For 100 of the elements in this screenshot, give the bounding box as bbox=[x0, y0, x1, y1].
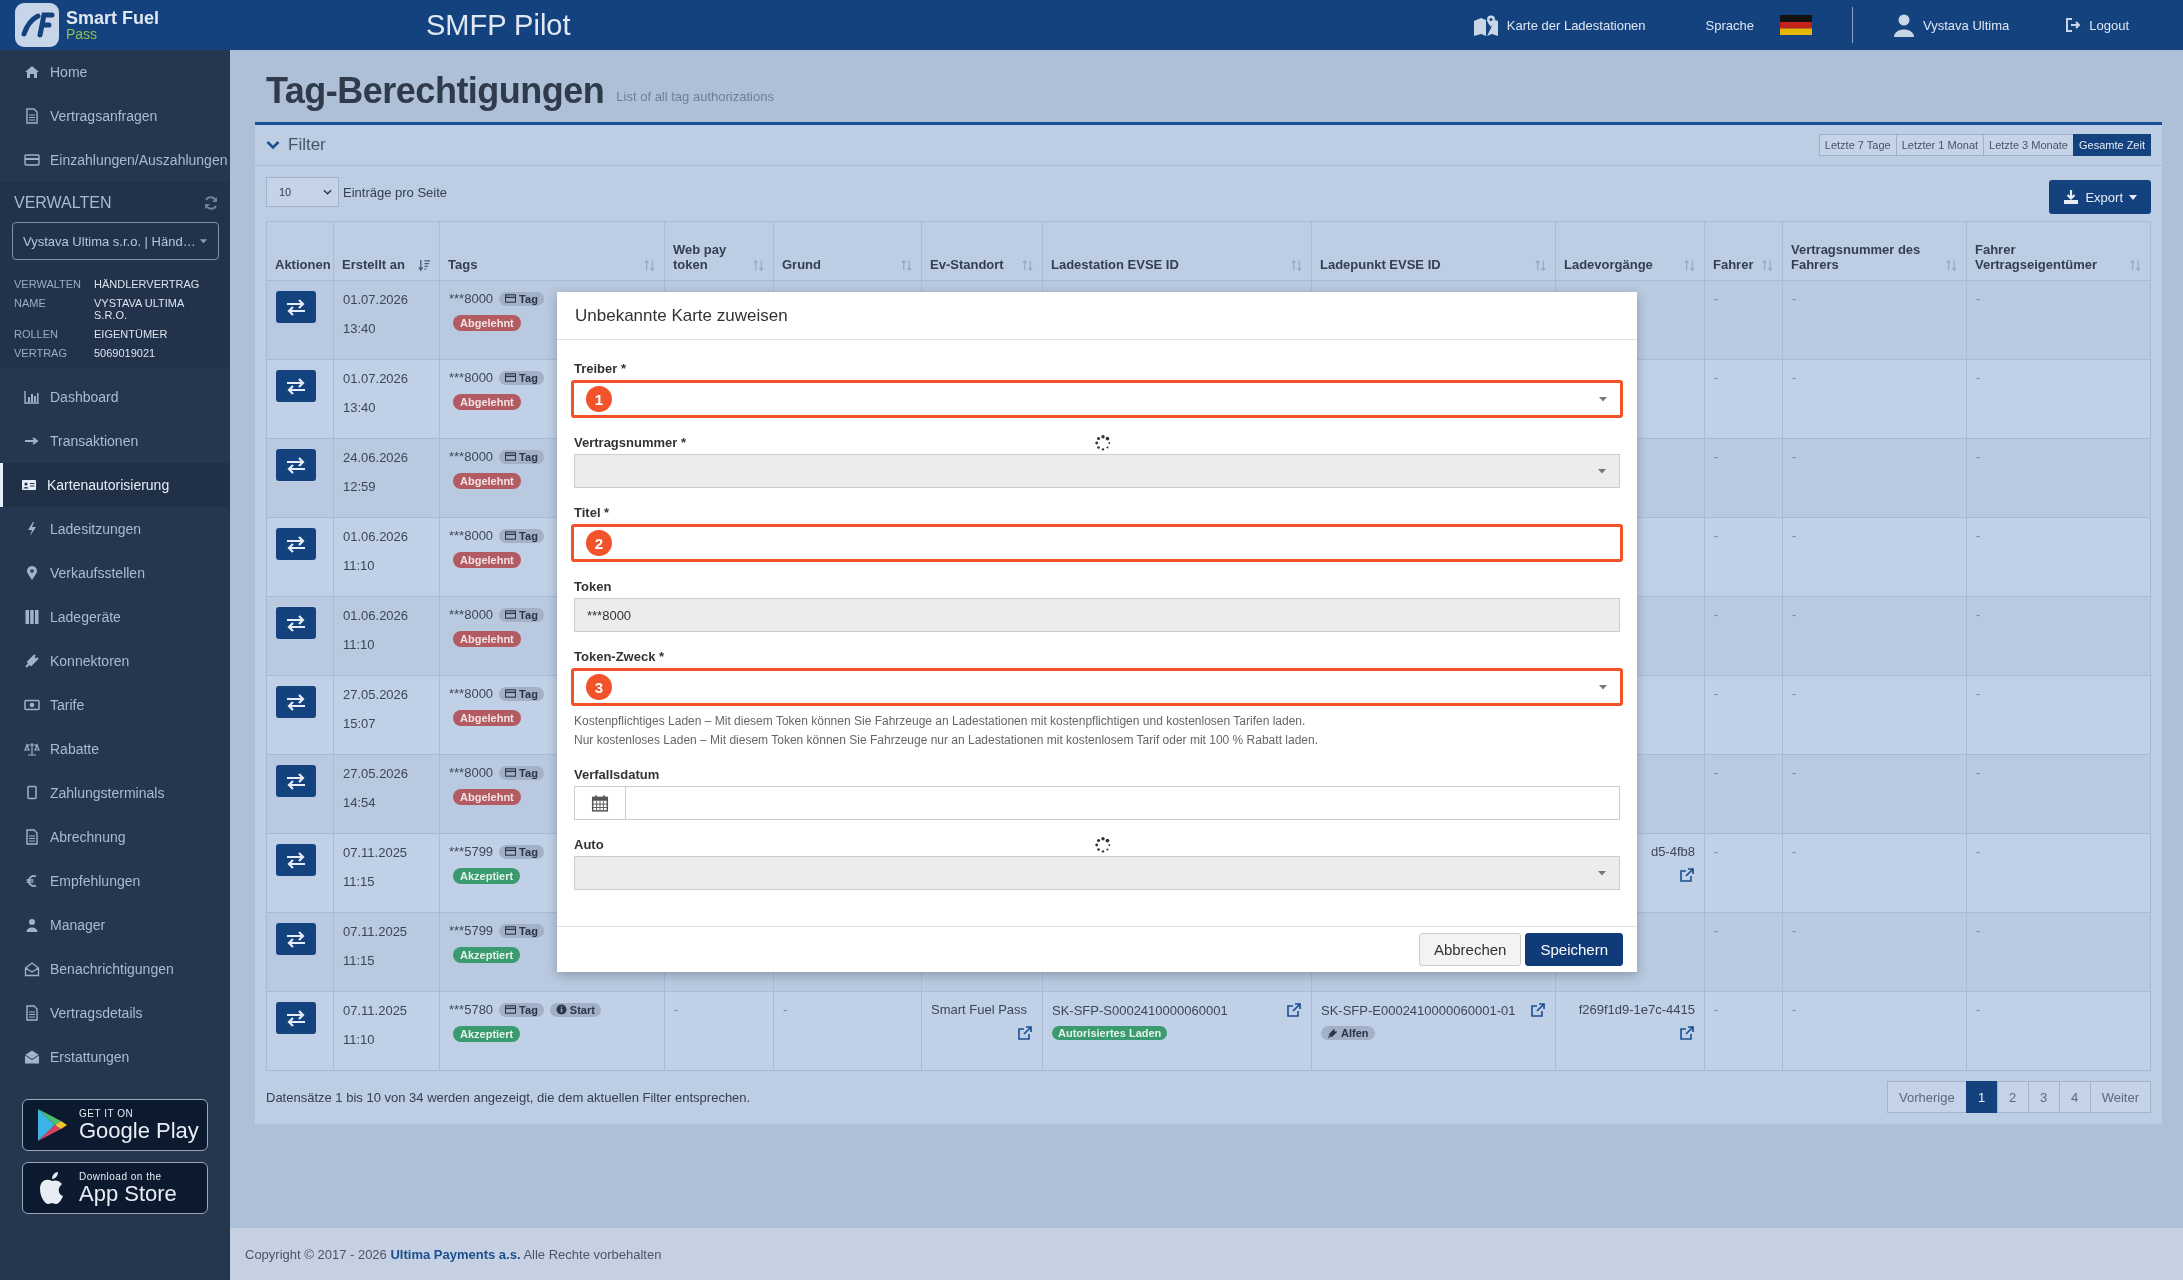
page-button[interactable]: 2 bbox=[1996, 1081, 2029, 1113]
refresh-icon[interactable] bbox=[203, 195, 219, 211]
swap-button[interactable] bbox=[276, 291, 316, 323]
external-link-icon[interactable] bbox=[1530, 1002, 1546, 1018]
swap-button[interactable] bbox=[276, 607, 316, 639]
save-button[interactable]: Speichern bbox=[1525, 933, 1623, 966]
sidebar-item[interactable]: Abrechnung bbox=[0, 815, 230, 859]
german-flag-icon[interactable] bbox=[1780, 15, 1812, 35]
next-button[interactable]: Weiter bbox=[2089, 1081, 2151, 1113]
swap-button[interactable] bbox=[276, 923, 316, 955]
card-icon bbox=[505, 530, 517, 541]
date-text: 24.06.2026 bbox=[343, 449, 410, 467]
swap-button[interactable] bbox=[276, 528, 316, 560]
page-subtitle: List of all tag authorizations bbox=[616, 88, 774, 104]
user-name[interactable]: Vystava Ultima bbox=[1923, 17, 2010, 33]
sidebar-item[interactable]: Vertragsdetails bbox=[0, 991, 230, 1035]
cell-text: - bbox=[1714, 765, 1719, 780]
logout-icon[interactable] bbox=[2065, 17, 2082, 33]
sidebar-item[interactable]: Dashboard bbox=[0, 375, 230, 419]
page-size-select[interactable]: 10 bbox=[266, 177, 339, 207]
sidebar-item[interactable]: Kartenautorisierung bbox=[0, 463, 230, 507]
field-label: Token-Zweck * bbox=[574, 649, 665, 664]
date-range-button[interactable]: Letzte 3 Monate bbox=[1983, 134, 2074, 156]
select-field[interactable]: 3 bbox=[571, 668, 1623, 706]
cell-text: - bbox=[1976, 765, 1981, 780]
sidebar-item[interactable]: Zahlungsterminals bbox=[0, 771, 230, 815]
sidebar-item[interactable]: Konnektoren bbox=[0, 639, 230, 683]
filter-toggle[interactable]: Filter bbox=[266, 135, 326, 155]
map-pin-icon[interactable] bbox=[1472, 13, 1499, 37]
external-link-icon[interactable] bbox=[1017, 1025, 1033, 1041]
store-badge[interactable]: Download on the App Store bbox=[22, 1162, 208, 1214]
swap-button[interactable] bbox=[276, 370, 316, 402]
swap-button[interactable] bbox=[276, 844, 316, 876]
summary-text: Datensätze 1 bis 10 von 34 werden angezeigt, die dem aktuellen Filter entsprechen. bbox=[266, 1089, 751, 1105]
sidebar-item[interactable]: Erstattungen bbox=[0, 1035, 230, 1079]
text-field[interactable]: 2 bbox=[571, 524, 1623, 562]
previous-button[interactable]: Vorherige bbox=[1887, 1081, 1967, 1113]
external-link-icon[interactable] bbox=[1679, 1025, 1695, 1041]
sidebar-item[interactable]: Verkaufsstellen bbox=[0, 551, 230, 595]
cancel-button[interactable]: Abbrechen bbox=[1418, 933, 1522, 966]
swap-arrows-icon bbox=[285, 298, 307, 316]
page-title: Tag-Berechtigungen bbox=[266, 70, 605, 112]
swap-button[interactable] bbox=[276, 686, 316, 718]
sidebar-item[interactable]: Transaktionen bbox=[0, 419, 230, 463]
cell-text: - bbox=[1714, 449, 1719, 464]
sidebar-item[interactable]: Benachrichtigungen bbox=[0, 947, 230, 991]
status-badge: Akzeptiert bbox=[453, 868, 521, 884]
external-link-icon[interactable] bbox=[1286, 1002, 1302, 1018]
sidebar-item[interactable]: Manager bbox=[0, 903, 230, 947]
tag-badge: Tag bbox=[499, 370, 544, 385]
open-envelope-icon bbox=[24, 961, 40, 977]
sort-descending-icon[interactable] bbox=[418, 259, 431, 272]
swap-arrows-icon bbox=[285, 535, 307, 553]
calendar-icon[interactable] bbox=[591, 794, 609, 812]
status-badge: Abgelehnt bbox=[453, 552, 521, 568]
page-button[interactable]: 4 bbox=[2058, 1081, 2091, 1113]
sidebar-item[interactable]: Tarife bbox=[0, 683, 230, 727]
contract-select[interactable]: Vystava Ultima s.r.o. | Händ… bbox=[12, 222, 219, 260]
map-link[interactable]: Karte der Ladestationen bbox=[1506, 17, 1646, 33]
card-icon bbox=[505, 293, 517, 304]
info-label: VERTRAG bbox=[14, 347, 68, 359]
column-header: Tags bbox=[448, 257, 478, 272]
select-field[interactable]: 1 bbox=[571, 380, 1623, 418]
swap-button[interactable] bbox=[276, 449, 316, 481]
status-badge: Akzeptiert bbox=[453, 947, 521, 963]
sidebar-item[interactable]: Ladegeräte bbox=[0, 595, 230, 639]
date-range-button[interactable]: Letzter 1 Monat bbox=[1895, 134, 1985, 156]
swap-arrows-icon bbox=[285, 456, 307, 474]
cell-text: - bbox=[783, 1002, 788, 1017]
sidebar-item[interactable]: Vertragsanfragen bbox=[0, 94, 230, 138]
token-text: ***8000 bbox=[449, 607, 494, 622]
sidebar-item[interactable]: Einzahlungen/Auszahlungen bbox=[0, 138, 230, 182]
swap-button[interactable] bbox=[276, 765, 316, 797]
time-text: 11:10 bbox=[343, 1031, 376, 1049]
external-link-icon[interactable] bbox=[1679, 867, 1695, 883]
date-field[interactable] bbox=[574, 786, 1620, 820]
info-badge: Start bbox=[549, 1002, 601, 1017]
logout-link[interactable]: Logout bbox=[2089, 17, 2129, 33]
card-icon bbox=[24, 152, 40, 168]
tag-badge: Tag bbox=[499, 449, 544, 464]
sidebar-item[interactable]: Empfehlungen bbox=[0, 859, 230, 903]
sidebar-item[interactable]: Home bbox=[0, 50, 230, 94]
swap-button[interactable] bbox=[276, 1002, 316, 1034]
sidebar-item[interactable]: Ladesitzungen bbox=[0, 507, 230, 551]
export-button[interactable]: Export bbox=[2049, 180, 2151, 214]
time-text: 14:54 bbox=[343, 794, 377, 812]
date-range-button[interactable]: Gesamte Zeit bbox=[2072, 134, 2151, 156]
user-icon[interactable] bbox=[1893, 13, 1915, 37]
cell-text: - bbox=[1792, 765, 1797, 780]
date-range-button[interactable]: Letzte 7 Tage bbox=[1818, 134, 1897, 156]
column-header: Ev-Standort bbox=[930, 257, 1004, 272]
sidebar-item[interactable]: Rabatte bbox=[0, 727, 230, 771]
cell-text: - bbox=[1714, 528, 1719, 543]
page-button[interactable]: 1 bbox=[1965, 1081, 1998, 1113]
envelope-icon bbox=[24, 1049, 40, 1065]
status-badge: Abgelehnt bbox=[453, 789, 521, 805]
column-header: Grund bbox=[782, 257, 821, 272]
banknote-icon bbox=[24, 697, 40, 713]
store-badge[interactable]: GET IT ON Google Play bbox=[22, 1099, 208, 1151]
page-button[interactable]: 3 bbox=[2027, 1081, 2060, 1113]
